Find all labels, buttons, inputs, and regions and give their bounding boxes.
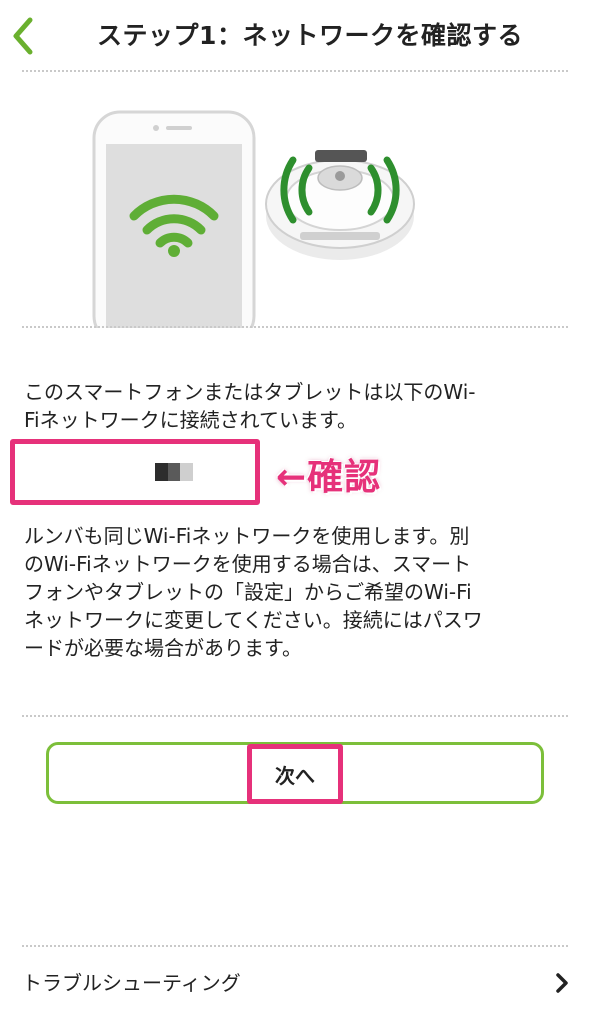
content-divider xyxy=(22,715,568,717)
troubleshooting-link[interactable]: トラブルシューティング xyxy=(22,967,241,996)
roomba-wifi-icon xyxy=(265,150,415,260)
next-button-label[interactable]: 次へ xyxy=(247,744,343,804)
illustration xyxy=(90,108,490,344)
footer-divider xyxy=(22,945,568,947)
chevron-right-icon[interactable] xyxy=(550,966,574,1000)
redacted-ssid xyxy=(155,463,194,481)
smartphone-wifi-icon xyxy=(92,110,256,344)
confirm-annotation: ←確認 xyxy=(276,457,382,498)
chevron-left-icon xyxy=(13,17,33,55)
header-divider xyxy=(22,70,568,72)
back-button[interactable] xyxy=(6,14,42,58)
page-title: ステップ1：ネットワークを確認する xyxy=(97,21,523,50)
connection-intro: このスマートフォンまたはタブレットは以下のWi- Fiネットワークに接続されてい… xyxy=(24,380,476,432)
network-info-text: ルンバも同じWi-Fiネットワークを使用します。別 のWi-Fiネットワークを使… xyxy=(24,524,483,660)
illustration-divider xyxy=(22,326,568,328)
current-network-field xyxy=(10,439,260,505)
